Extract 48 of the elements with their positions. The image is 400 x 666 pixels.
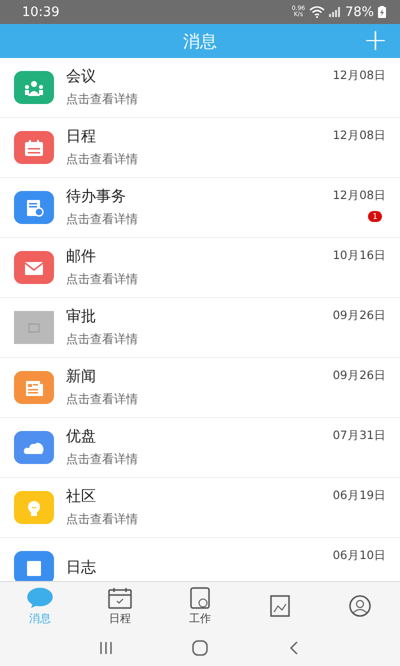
message-item[interactable]: 会议 点击查看详情 12月08日 xyxy=(0,58,400,118)
message-title: 审批 xyxy=(66,307,97,326)
battery-icon xyxy=(378,6,386,18)
unread-badge: 1 xyxy=(368,211,382,222)
message-title: 邮件 xyxy=(66,247,97,266)
chat-bubble-icon xyxy=(27,586,53,608)
message-title: 会议 xyxy=(66,67,97,86)
message-item[interactable]: 社区 点击查看详情 06月19日 xyxy=(0,478,400,538)
message-hint: 点击查看详情 xyxy=(66,211,139,228)
calendar-icon xyxy=(107,586,133,608)
message-item[interactable]: 日程 点击查看详情 12月08日 xyxy=(0,118,400,178)
message-item[interactable]: 优盘 点击查看详情 07月31日 xyxy=(0,418,400,478)
recent-apps-icon[interactable] xyxy=(99,641,113,655)
home-icon[interactable] xyxy=(191,639,209,657)
message-date: 07月31日 xyxy=(332,428,386,443)
message-title: 社区 xyxy=(66,487,97,506)
message-hint: 点击查看详情 xyxy=(66,391,139,408)
message-date: 12月08日 xyxy=(332,68,386,83)
message-date: 09月26日 xyxy=(332,368,386,383)
message-title: 新闻 xyxy=(66,367,97,386)
tab[interactable]: 日程 xyxy=(80,582,160,630)
message-date: 10月16日 xyxy=(332,248,386,263)
message-hint: 点击查看详情 xyxy=(66,271,139,288)
person-icon xyxy=(347,595,373,617)
tab[interactable]: 工作 xyxy=(160,582,240,630)
message-title: 日志 xyxy=(66,558,97,577)
message-hint: 点击查看详情 xyxy=(66,151,139,168)
message-date: 09月26日 xyxy=(332,308,386,323)
message-date: 06月19日 xyxy=(332,488,386,503)
message-hint: 点击查看详情 xyxy=(66,91,139,108)
battery-percent: 78% xyxy=(345,4,374,20)
message-title: 优盘 xyxy=(66,427,97,446)
message-date: 12月08日 xyxy=(332,188,386,203)
message-hint: 点击查看详情 xyxy=(66,511,139,528)
page-title: 消息 xyxy=(183,30,217,52)
wifi-icon xyxy=(309,6,326,18)
signal-icon xyxy=(329,7,342,17)
message-hint: 点击查看详情 xyxy=(66,331,139,348)
message-item[interactable]: 待办事务 点击查看详情 12月08日 1 xyxy=(0,178,400,238)
message-hint: 点击查看详情 xyxy=(66,451,139,468)
message-date: 06月10日 xyxy=(332,548,386,563)
message-item[interactable]: 审批 点击查看详情 09月26日 xyxy=(0,298,400,358)
message-title: 日程 xyxy=(66,127,97,146)
clock-time: 10:39 xyxy=(22,4,60,20)
message-date: 12月08日 xyxy=(332,128,386,143)
message-title: 待办事务 xyxy=(66,187,127,206)
message-item[interactable]: 新闻 点击查看详情 09月26日 xyxy=(0,358,400,418)
message-item[interactable]: 邮件 点击查看详情 10月16日 xyxy=(0,238,400,298)
